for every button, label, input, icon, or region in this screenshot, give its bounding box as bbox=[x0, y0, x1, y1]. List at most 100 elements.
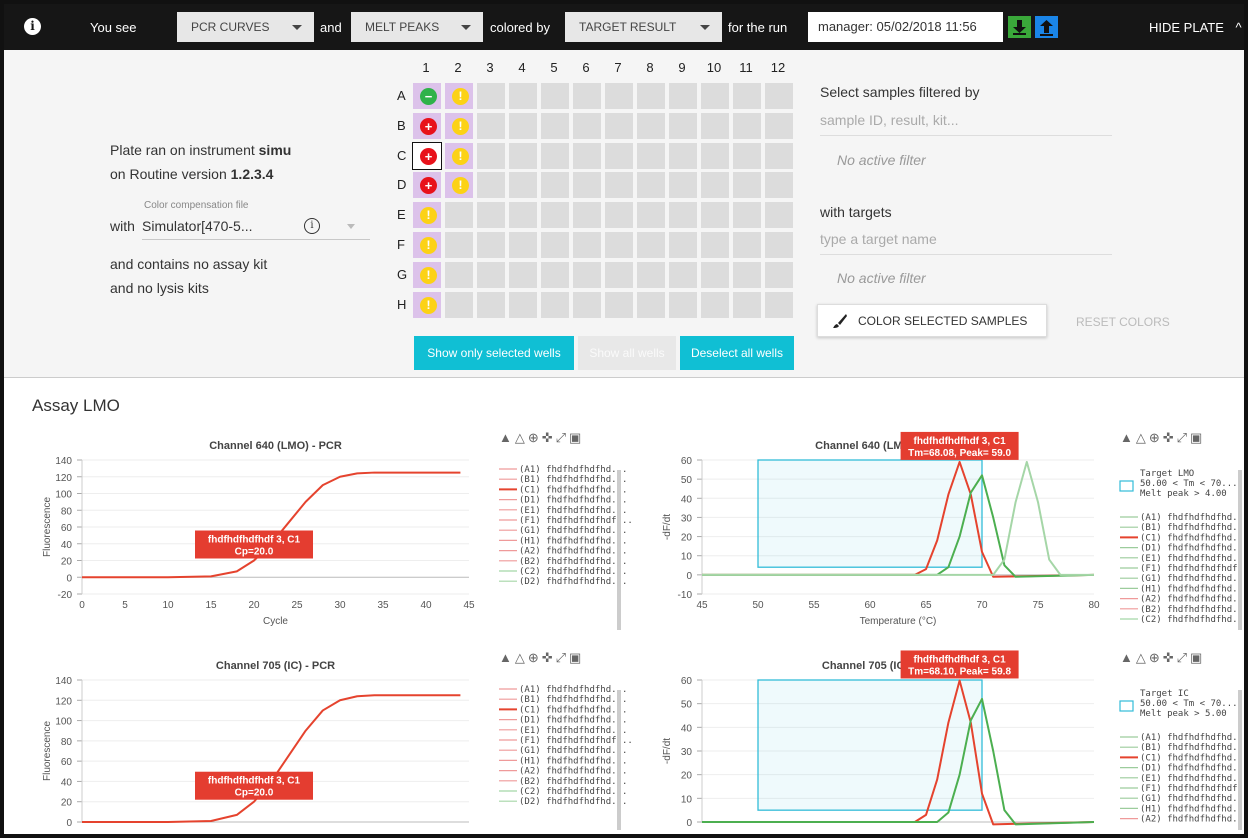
plate-column-header[interactable]: 6 bbox=[570, 60, 602, 75]
reset-colors-button[interactable]: RESET COLORS bbox=[1076, 315, 1170, 329]
plate-well-C1[interactable]: + bbox=[412, 141, 442, 170]
plate-column-header[interactable]: 3 bbox=[474, 60, 506, 75]
plate-well-C6[interactable] bbox=[572, 141, 602, 170]
plate-well-G11[interactable] bbox=[732, 260, 762, 289]
plate-well-B2[interactable]: ! bbox=[444, 111, 474, 140]
color-by-select[interactable]: TARGET RESULT bbox=[565, 12, 722, 42]
plate-well-A7[interactable] bbox=[604, 82, 634, 110]
plate-well-D9[interactable] bbox=[668, 171, 698, 200]
color-selected-samples-button[interactable]: COLOR SELECTED SAMPLES bbox=[817, 304, 1047, 337]
plate-well-C11[interactable] bbox=[732, 141, 762, 170]
hide-plate-button[interactable]: HIDE PLATE ^ bbox=[1149, 20, 1242, 35]
plate-well-E8[interactable] bbox=[636, 201, 666, 230]
plate-well-F5[interactable] bbox=[540, 231, 570, 259]
plate-well-A5[interactable] bbox=[540, 82, 570, 110]
plate-well-H6[interactable] bbox=[572, 290, 602, 319]
plate-well-G1[interactable]: ! bbox=[412, 260, 442, 289]
plate-well-C2[interactable]: ! bbox=[444, 141, 474, 170]
plate-well-E6[interactable] bbox=[572, 201, 602, 230]
plate-well-G10[interactable] bbox=[700, 260, 730, 289]
plate-well-D4[interactable] bbox=[508, 171, 538, 200]
plate-well-F7[interactable] bbox=[604, 231, 634, 259]
info-circle-icon[interactable]: i bbox=[304, 218, 320, 234]
plate-well-A1[interactable]: − bbox=[412, 82, 442, 110]
plate-column-header[interactable]: 8 bbox=[634, 60, 666, 75]
show-selected-wells-button[interactable]: Show only selected wells bbox=[414, 336, 574, 370]
plate-well-G5[interactable] bbox=[540, 260, 570, 289]
plate-well-A6[interactable] bbox=[572, 82, 602, 110]
plate-well-C7[interactable] bbox=[604, 141, 634, 170]
plate-column-header[interactable]: 4 bbox=[506, 60, 538, 75]
plate-well-D7[interactable] bbox=[604, 171, 634, 200]
upload-button[interactable] bbox=[1035, 16, 1058, 38]
plate-well-A4[interactable] bbox=[508, 82, 538, 110]
plate-well-E4[interactable] bbox=[508, 201, 538, 230]
plate-well-C3[interactable] bbox=[476, 141, 506, 170]
plate-well-G8[interactable] bbox=[636, 260, 666, 289]
plate-well-B8[interactable] bbox=[636, 111, 666, 140]
plate-well-B3[interactable] bbox=[476, 111, 506, 140]
plate-well-G4[interactable] bbox=[508, 260, 538, 289]
plate-well-D11[interactable] bbox=[732, 171, 762, 200]
plate-well-H7[interactable] bbox=[604, 290, 634, 319]
plate-well-C4[interactable] bbox=[508, 141, 538, 170]
plate-row-header[interactable]: E bbox=[397, 207, 409, 222]
plate-well-G7[interactable] bbox=[604, 260, 634, 289]
plate-well-A9[interactable] bbox=[668, 82, 698, 110]
plate-well-B4[interactable] bbox=[508, 111, 538, 140]
chart-toolbar-icon[interactable]: ▲△⊕✜⤢▣ bbox=[499, 650, 584, 666]
plate-well-F9[interactable] bbox=[668, 231, 698, 259]
plate-well-H8[interactable] bbox=[636, 290, 666, 319]
plate-well-E10[interactable] bbox=[700, 201, 730, 230]
plate-well-F8[interactable] bbox=[636, 231, 666, 259]
chart-toolbar-icon[interactable]: ▲△⊕✜⤢▣ bbox=[1120, 430, 1205, 446]
plate-well-C12[interactable] bbox=[764, 141, 794, 170]
plate-well-D2[interactable]: ! bbox=[444, 171, 474, 200]
plate-well-E5[interactable] bbox=[540, 201, 570, 230]
samples-filter-input[interactable]: sample ID, result, kit... bbox=[820, 106, 1112, 136]
plate-well-E7[interactable] bbox=[604, 201, 634, 230]
plate-well-D3[interactable] bbox=[476, 171, 506, 200]
plate-well-C10[interactable] bbox=[700, 141, 730, 170]
plate-row-header[interactable]: C bbox=[397, 148, 409, 163]
plate-well-A3[interactable] bbox=[476, 82, 506, 110]
plate-well-F6[interactable] bbox=[572, 231, 602, 259]
show-all-wells-button[interactable]: Show all wells bbox=[578, 336, 676, 370]
plate-well-H10[interactable] bbox=[700, 290, 730, 319]
plate-row-header[interactable]: F bbox=[397, 237, 409, 252]
plate-well-B11[interactable] bbox=[732, 111, 762, 140]
plate-well-A12[interactable] bbox=[764, 82, 794, 110]
plate-well-F11[interactable] bbox=[732, 231, 762, 259]
deselect-all-wells-button[interactable]: Deselect all wells bbox=[680, 336, 794, 370]
plate-well-B10[interactable] bbox=[700, 111, 730, 140]
plate-well-F12[interactable] bbox=[764, 231, 794, 259]
plate-well-H9[interactable] bbox=[668, 290, 698, 319]
plate-well-E3[interactable] bbox=[476, 201, 506, 230]
plate-well-H3[interactable] bbox=[476, 290, 506, 319]
plate-well-D10[interactable] bbox=[700, 171, 730, 200]
plate-well-G3[interactable] bbox=[476, 260, 506, 289]
plate-well-D6[interactable] bbox=[572, 171, 602, 200]
plate-row-header[interactable]: H bbox=[397, 297, 409, 312]
plate-well-A11[interactable] bbox=[732, 82, 762, 110]
plate-column-header[interactable]: 7 bbox=[602, 60, 634, 75]
plate-well-H4[interactable] bbox=[508, 290, 538, 319]
plate-well-H1[interactable]: ! bbox=[412, 290, 442, 319]
plate-row-header[interactable]: G bbox=[397, 267, 409, 282]
info-icon[interactable]: i bbox=[24, 18, 41, 35]
plate-well-A10[interactable] bbox=[700, 82, 730, 110]
download-button[interactable] bbox=[1008, 16, 1031, 38]
plate-well-B1[interactable]: + bbox=[412, 111, 442, 140]
curve-type-select[interactable]: PCR CURVES bbox=[177, 12, 314, 42]
plate-well-F2[interactable] bbox=[444, 231, 474, 259]
plate-well-H11[interactable] bbox=[732, 290, 762, 319]
plate-column-header[interactable]: 5 bbox=[538, 60, 570, 75]
plate-column-header[interactable]: 11 bbox=[730, 60, 762, 75]
plate-well-G2[interactable] bbox=[444, 260, 474, 289]
run-select[interactable]: manager: 05/02/2018 11:56 bbox=[808, 12, 1003, 42]
plate-well-H5[interactable] bbox=[540, 290, 570, 319]
plate-well-F4[interactable] bbox=[508, 231, 538, 259]
plate-column-header[interactable]: 1 bbox=[410, 60, 442, 75]
plate-well-E11[interactable] bbox=[732, 201, 762, 230]
plate-well-F3[interactable] bbox=[476, 231, 506, 259]
